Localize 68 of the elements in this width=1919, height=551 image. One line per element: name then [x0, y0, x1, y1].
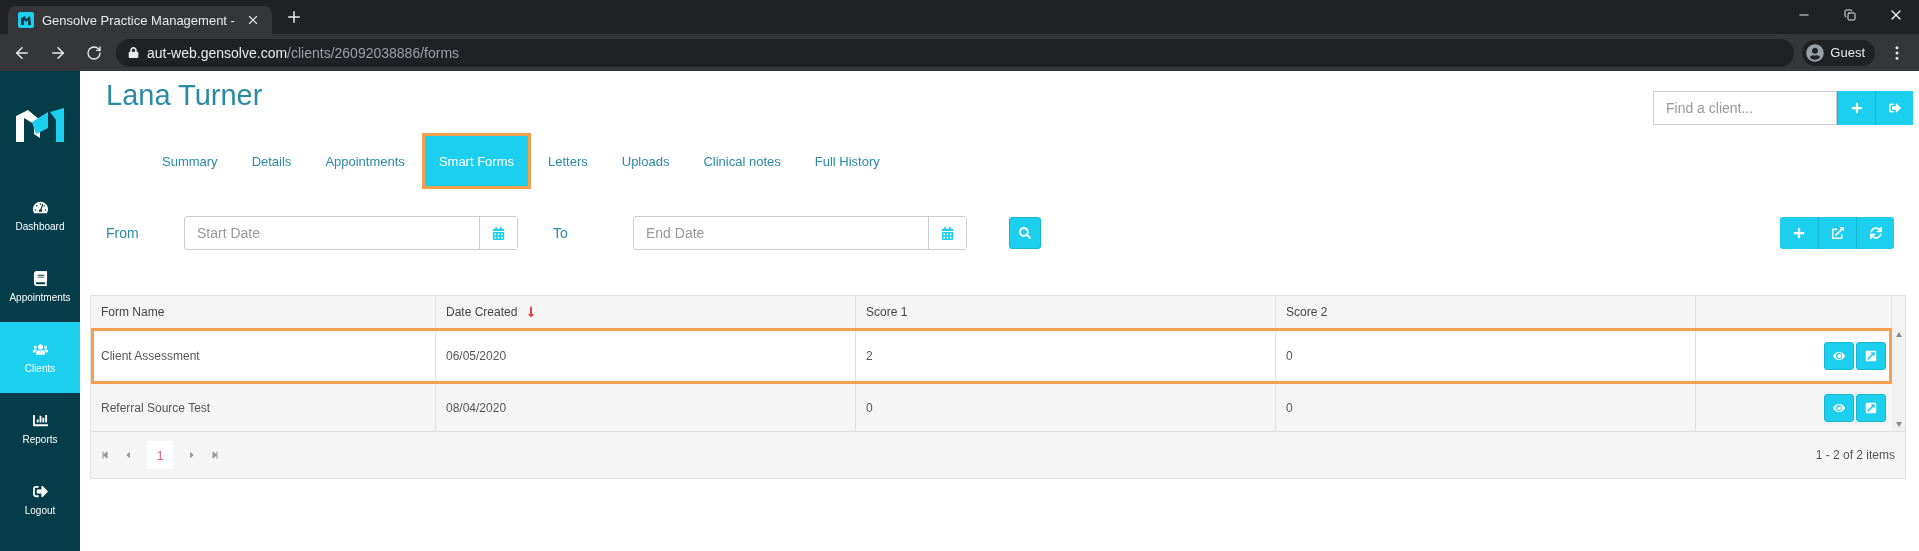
calendar-icon[interactable]: [479, 217, 517, 249]
open-external-button[interactable]: [1818, 217, 1856, 249]
tab[interactable]: Uploads: [604, 133, 687, 189]
last-page-icon[interactable]: [211, 451, 219, 459]
edit-button[interactable]: [1856, 393, 1886, 422]
external-link-icon: [1831, 227, 1844, 239]
eye-icon: [1833, 350, 1845, 362]
refresh-icon: [1869, 227, 1882, 239]
column-header[interactable]: Score 2: [1276, 296, 1696, 328]
calendar-icon[interactable]: [928, 217, 966, 249]
scroll-down-icon[interactable]: [1895, 422, 1902, 427]
eye-icon: [1833, 401, 1845, 414]
tab[interactable]: Clinical notes: [686, 133, 798, 189]
view-button[interactable]: [1824, 342, 1854, 370]
plus-icon: [1850, 102, 1863, 114]
plus-icon: [1793, 227, 1805, 239]
lock-icon: [128, 47, 139, 58]
date-picker[interactable]: End Date: [633, 216, 967, 250]
search-icon: [1019, 227, 1031, 239]
scrollbar[interactable]: [1892, 328, 1905, 431]
pager-summary: 1 - 2 of 2 items: [1815, 448, 1895, 462]
end-date-field[interactable]: End Date: [634, 217, 928, 249]
refresh-button[interactable]: [1856, 217, 1894, 249]
from-label: From: [106, 225, 140, 241]
tab[interactable]: Full History: [797, 133, 897, 189]
avatar-icon: [1806, 43, 1825, 62]
logout-icon: [32, 483, 48, 499]
tab[interactable]: Appointments: [308, 133, 422, 189]
start-date-field[interactable]: Start Date: [185, 217, 479, 249]
users-icon: [32, 341, 48, 357]
tab[interactable]: Summary: [145, 133, 235, 189]
sidebar-item[interactable]: Dashboard: [0, 180, 80, 251]
external-link-icon: [1865, 350, 1877, 362]
address-bar[interactable]: aut-web.gensolve.com/clients/26092038886/forms: [116, 38, 1795, 67]
add-client-button[interactable]: [1837, 91, 1875, 125]
gauge-icon: [32, 199, 48, 215]
table-row[interactable]: Referral Source Test 08/04/2020 0 0: [91, 384, 1892, 431]
find-client-field[interactable]: Find a client...: [1653, 91, 1837, 125]
column-header[interactable]: Form Name: [91, 296, 436, 328]
add-button[interactable]: [1780, 217, 1818, 249]
tab-title: Gensolve Practice Management -: [42, 12, 236, 28]
tab[interactable]: Details: [234, 133, 309, 189]
column-header[interactable]: Score 1: [856, 296, 1276, 328]
table-row[interactable]: Client Assessment 06/05/2020 2 0: [91, 328, 1892, 384]
book-icon: [32, 270, 48, 286]
scrollbar-header: [1892, 296, 1905, 328]
site-favicon-icon: [18, 12, 34, 28]
tab[interactable]: Letters: [531, 133, 605, 189]
logout-icon: [1888, 102, 1901, 114]
sidebar-item[interactable]: Logout: [0, 464, 80, 535]
first-page-icon[interactable]: [101, 451, 109, 459]
browser-tab[interactable]: Gensolve Practice Management -: [8, 6, 272, 34]
date-picker[interactable]: Start Date: [184, 216, 518, 250]
sign-out-button[interactable]: [1875, 91, 1913, 125]
column-header[interactable]: Date Created: [436, 296, 856, 328]
search-button[interactable]: [1009, 217, 1041, 249]
sidebar-item[interactable]: Reports: [0, 393, 80, 464]
bar-chart-icon: [32, 412, 48, 428]
profile-button[interactable]: Guest: [1802, 39, 1875, 66]
to-label: To: [553, 225, 569, 241]
scroll-up-icon[interactable]: [1895, 332, 1902, 337]
edit-button[interactable]: [1856, 342, 1886, 370]
view-button[interactable]: [1824, 393, 1854, 422]
client-name: Lana Turner: [106, 79, 263, 113]
external-link-icon: [1865, 401, 1877, 414]
url-text: aut-web.gensolve.com/clients/26092038886/forms: [147, 44, 460, 61]
logo-icon: [14, 107, 66, 144]
sidebar-item[interactable]: Appointments: [0, 251, 80, 322]
